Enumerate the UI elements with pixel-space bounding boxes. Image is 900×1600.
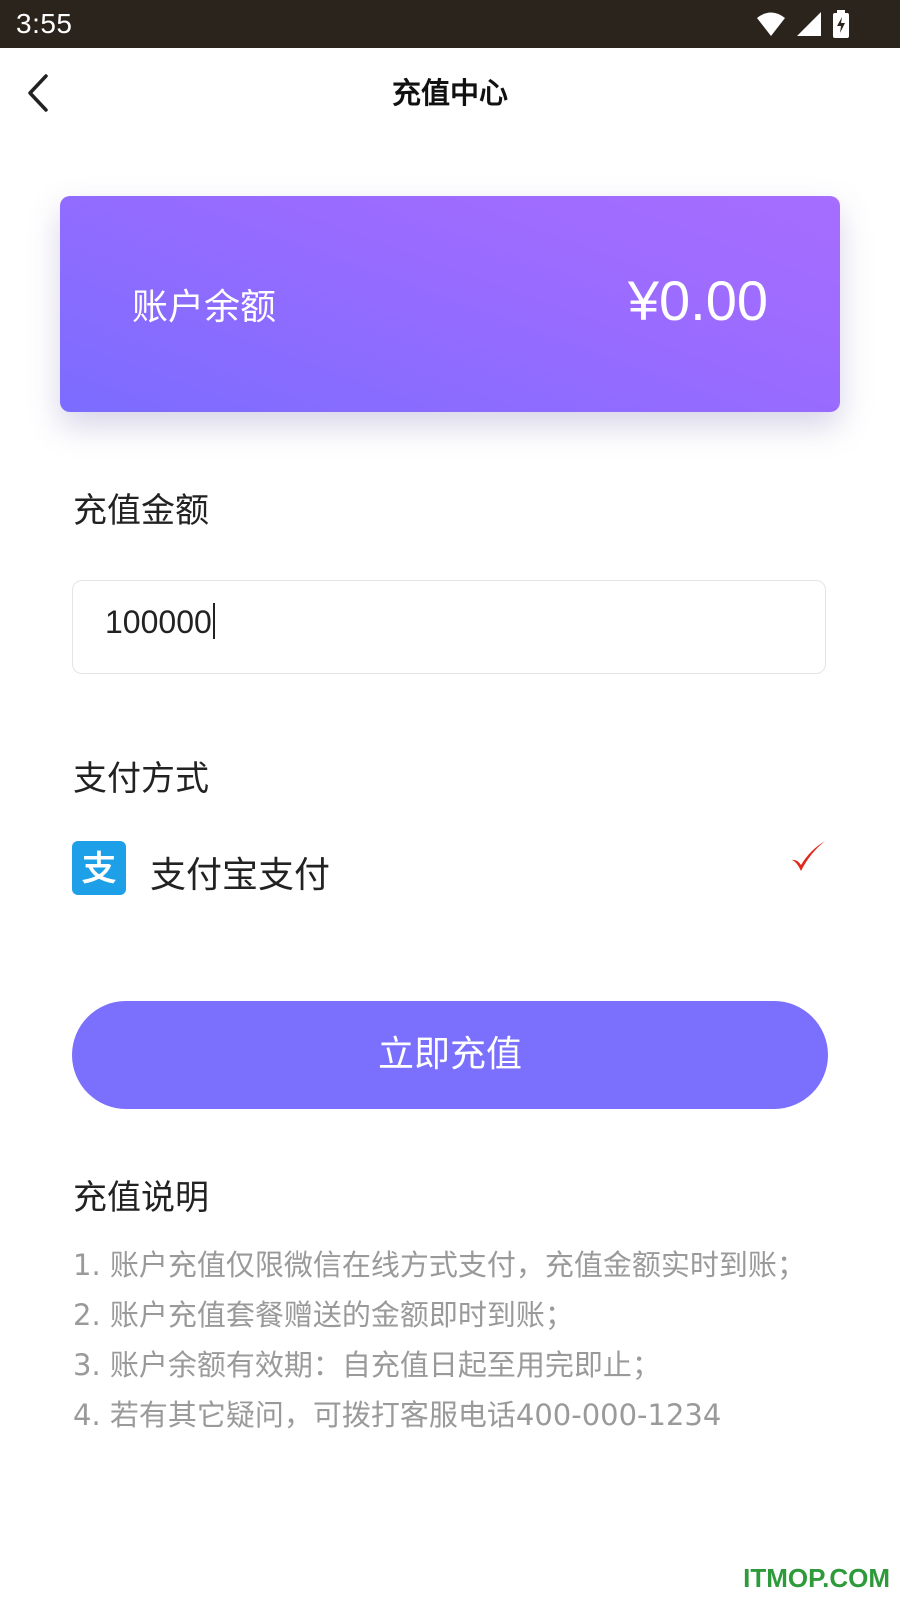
wifi-icon <box>757 12 785 36</box>
amount-input-value: 100000 <box>105 604 212 640</box>
alipay-icon: 支 <box>72 841 126 895</box>
balance-value: ¥0.00 <box>627 269 768 332</box>
note-item: 2. 账户充值套餐赠送的金额即时到账； <box>73 1298 574 1332</box>
amount-input[interactable]: 100000 <box>105 603 215 641</box>
recharge-notes-list: 1. 账户充值仅限微信在线方式支付，充值金额实时到账； 2. 账户充值套餐赠送的… <box>73 1240 813 1440</box>
alipay-logo-char: 支 <box>82 849 116 889</box>
payment-option-alipay[interactable]: 支 支付宝支付 <box>72 838 828 898</box>
balance-label: 账户余额 <box>132 287 277 328</box>
note-item: 1. 账户充值仅限微信在线方式支付，充值金额实时到账； <box>73 1248 806 1282</box>
amount-input-field[interactable]: 100000 <box>72 580 826 674</box>
status-bar: 3:55 <box>0 0 900 48</box>
signal-icon <box>797 12 821 36</box>
status-icons <box>756 9 850 39</box>
app-header: 充值中心 <box>0 48 900 138</box>
note-item: 3. 账户余额有效期：自充值日起至用完即止； <box>73 1348 661 1382</box>
text-caret <box>212 603 215 639</box>
recharge-now-button[interactable]: 立即充值 <box>72 1001 828 1109</box>
payment-option-label: 支付宝支付 <box>150 855 331 896</box>
checkmark-icon <box>792 841 825 871</box>
recharge-amount-title: 充值金额 <box>73 491 209 531</box>
battery-charging-icon <box>833 10 849 38</box>
balance-card: 账户余额 ¥0.00 <box>60 196 840 412</box>
payment-method-title: 支付方式 <box>73 759 209 799</box>
note-item: 4. 若有其它疑问，可拨打客服电话400-000-1234 <box>73 1398 722 1432</box>
recharge-notes-title: 充值说明 <box>73 1178 209 1218</box>
watermark: ITMOP.COM <box>743 1563 890 1593</box>
page-title: 充值中心 <box>391 76 508 110</box>
status-time: 3:55 <box>16 8 73 39</box>
